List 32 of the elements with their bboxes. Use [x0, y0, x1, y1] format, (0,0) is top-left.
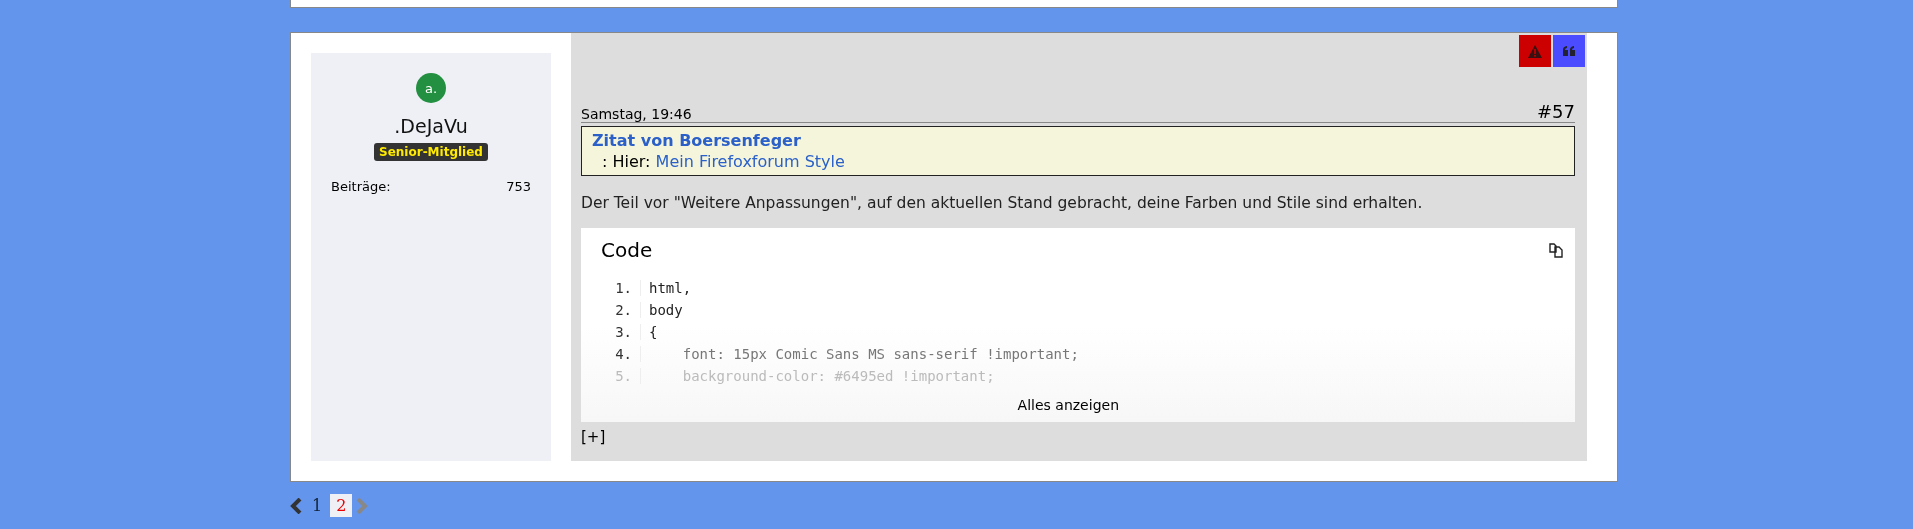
page-link[interactable]: 1 — [306, 494, 329, 517]
quote-text: : Hier: Mein Firefoxforum Style — [601, 151, 846, 172]
code-line: font: 15px Comic Sans MS sans-serif !important; — [681, 346, 1080, 362]
quote-author[interactable]: Zitat von Boersenfeger — [592, 130, 1564, 151]
code-line: html, — [648, 280, 693, 296]
post-text: Der Teil vor "Weitere Anpassungen", auf den aktuellen Stand gebracht, deine Farben und Stile sind erhalten. — [581, 194, 1424, 212]
quote-button[interactable] — [1553, 35, 1585, 67]
stat-value: 753 — [506, 179, 531, 194]
report-button[interactable] — [1519, 35, 1551, 67]
stat-label: Beiträge: — [331, 179, 391, 194]
chevron-left-icon[interactable] — [290, 497, 304, 514]
post-date: Samstag, 19:46 — [581, 106, 692, 122]
warning-icon — [1528, 44, 1542, 58]
line-number: 2. — [601, 302, 641, 318]
page-link[interactable]: 2 — [330, 494, 353, 517]
code-title: Code — [601, 238, 653, 262]
rank-badge: Senior-Mitglied — [374, 143, 488, 161]
line-number: 1. — [601, 280, 641, 296]
line-number: 5. — [601, 368, 641, 384]
code-line: background-color: #6495ed !important; — [681, 368, 996, 384]
expand-toggle[interactable]: [+] — [581, 428, 606, 446]
post-number[interactable]: #57 — [1537, 101, 1575, 122]
code-line: body — [648, 302, 684, 318]
code-line: { — [648, 324, 659, 340]
line-number: 3. — [601, 324, 641, 340]
avatar[interactable]: a. — [416, 73, 446, 103]
username[interactable]: .DeJaVu — [394, 115, 468, 137]
line-number: 4. — [601, 346, 641, 362]
show-all-button[interactable]: Alles anzeigen — [1011, 396, 1125, 414]
copy-icon[interactable] — [1549, 242, 1565, 258]
quote-link[interactable]: Mein Firefoxforum Style — [655, 152, 845, 171]
quote-icon — [1563, 46, 1575, 56]
